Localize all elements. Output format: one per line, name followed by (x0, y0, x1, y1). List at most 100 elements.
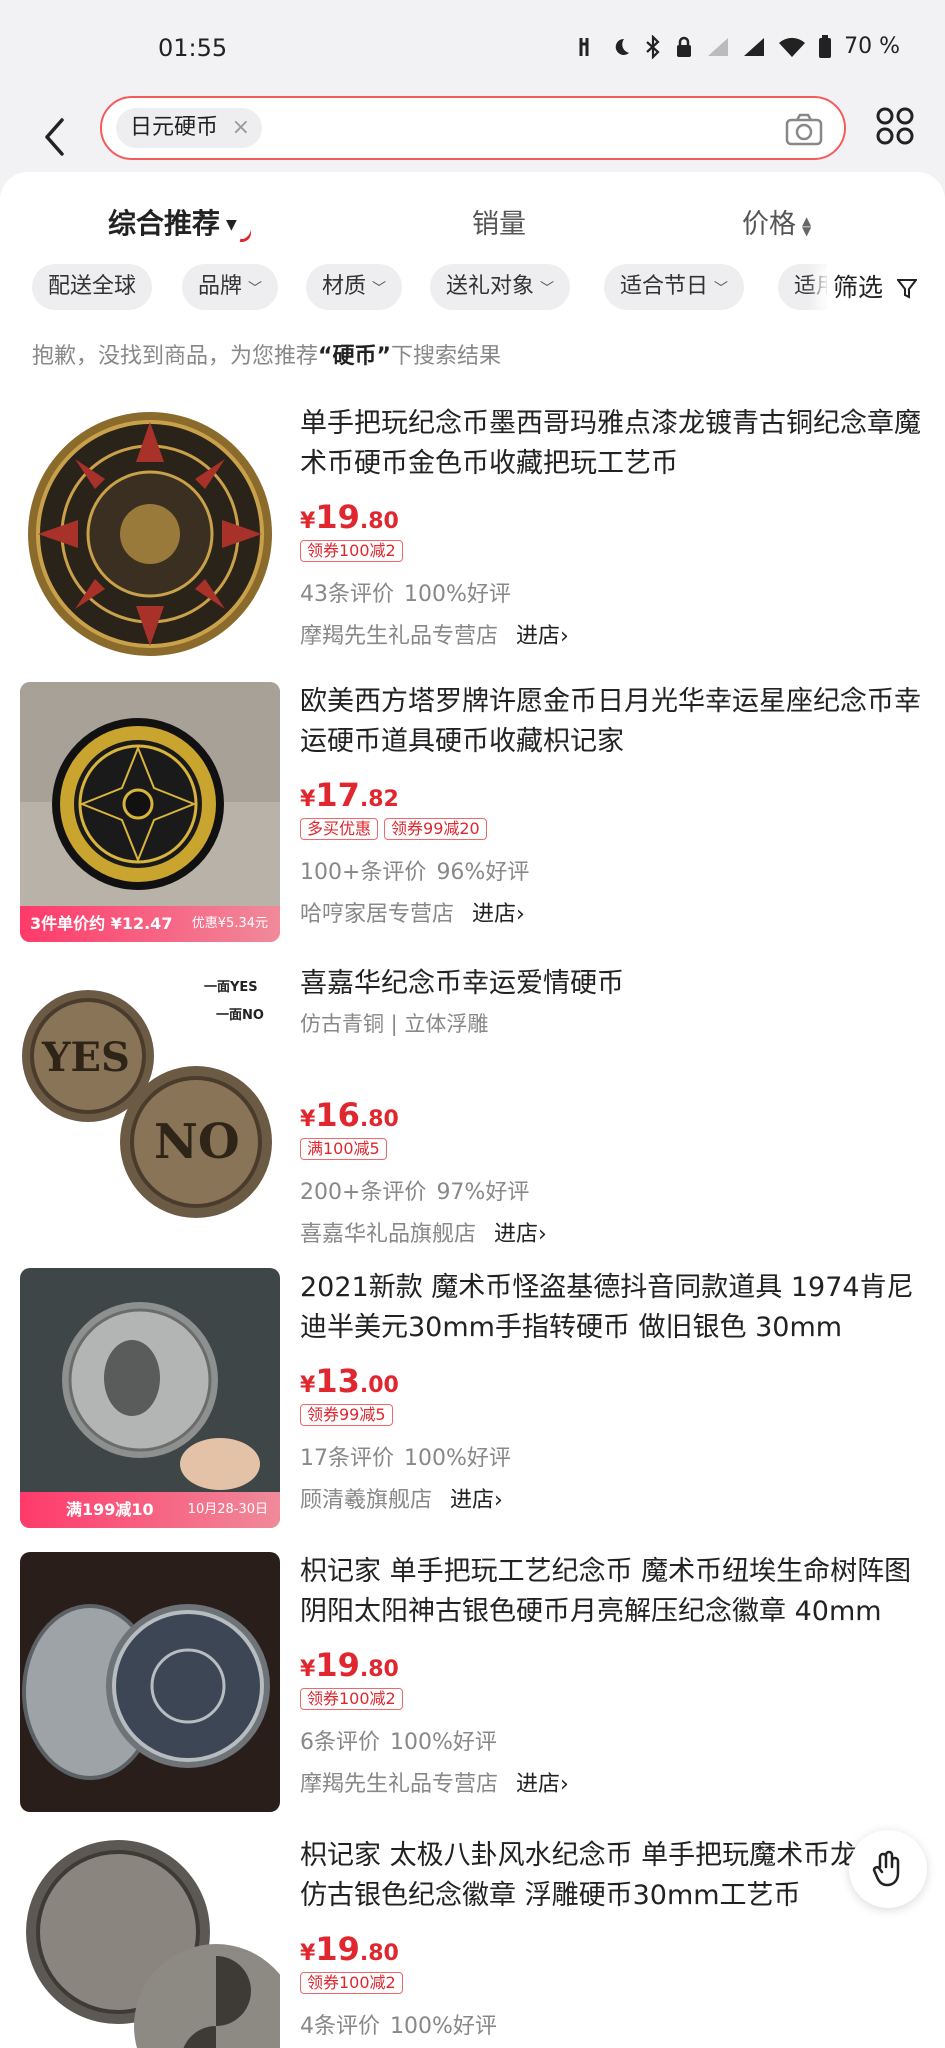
product-subtitle: 仿古青铜 | 立体浮雕 (300, 1012, 489, 1036)
status-time: 01:55 (158, 34, 228, 62)
review-count: 17条评价 (300, 1446, 394, 1471)
search-box[interactable]: 日元硬币 × (100, 96, 846, 160)
price-decimal: .82 (359, 787, 399, 812)
clear-query-icon[interactable]: × (232, 108, 250, 148)
sort-price-label: 价格 (742, 209, 796, 240)
product-card[interactable]: 满199减10 10月28-30日 2021新款 魔术币怪盗基德抖音同款道具 1… (0, 1268, 945, 1538)
product-card[interactable]: 枳记家 单手把玩工艺纪念币 魔术币纽埃生命树阵图阴阳太阳神古银色硬币月亮解压纪念… (0, 1552, 945, 1822)
sort-comprehensive[interactable]: 综合推荐 ▼ (108, 202, 255, 246)
price-symbol: ¥ (300, 509, 316, 534)
price-decimal: .80 (359, 1107, 399, 1132)
review-count: 43条评价 (300, 582, 394, 607)
product-title[interactable]: 喜嘉华纪念币幸运爱情硬币 (300, 964, 930, 1004)
enter-shop-link[interactable]: 进店› (472, 902, 525, 927)
price-decimal: .80 (359, 1941, 399, 1966)
product-title[interactable]: 单手把玩纪念币墨西哥玛雅点漆龙镀青古铜纪念章魔术币硬币金色币收藏把玩工艺币 (300, 404, 930, 484)
price-integer: 19 (315, 1930, 360, 1968)
filter-chip-label: 品牌 (198, 274, 243, 299)
funnel-icon (896, 279, 917, 299)
filter-chip-shipping[interactable]: 配送全球 (32, 264, 153, 310)
promo-tags: 领券100减2 (300, 1972, 930, 1998)
chevron-down-icon: ﹀ (248, 281, 263, 297)
chevron-down-icon: ﹀ (540, 281, 555, 297)
enter-shop-link[interactable]: 进店› (516, 624, 569, 649)
positive-rate: 100%好评 (404, 582, 511, 607)
promo-tags: 领券99减5 (300, 1404, 930, 1430)
review-count: 100+条评价 (300, 860, 427, 885)
shop-row: 哈哼家居专营店 进店› (300, 896, 930, 928)
product-card[interactable]: 枳记家 太极八卦风水纪念币 单手把玩魔术币龙凤舞仿古银色纪念徽章 浮雕硬币30m… (0, 1836, 945, 2048)
product-image[interactable]: 一面YES 一面NO YES NO (20, 964, 280, 1224)
positive-rate: 100%好评 (390, 2014, 497, 2039)
filter-row: 配送全球 品牌 ﹀ 材质 ﹀ 送礼对象 ﹀ 适合节日 ﹀ 适用 筛选 (0, 260, 945, 316)
filter-chip-label: 配送全球 (48, 274, 137, 299)
product-card[interactable]: 3件单价约 ¥12.47 优惠¥5.34元 欧美西方塔罗牌许愿金币日月光华幸运星… (0, 682, 945, 952)
product-image[interactable] (20, 404, 280, 664)
price-decimal: .80 (359, 1657, 399, 1682)
product-title[interactable]: 枳记家 太极八卦风水纪念币 单手把玩魔术币龙凤舞仿古银色纪念徽章 浮雕硬币30m… (300, 1836, 930, 1916)
review-summary: 6条评价 100%好评 (300, 1724, 930, 1756)
search-query-chip[interactable]: 日元硬币 × (116, 108, 263, 148)
promo-tag: 领券99减5 (300, 1404, 393, 1426)
filter-chip-recipient[interactable]: 送礼对象 ﹀ (430, 264, 571, 310)
product-info: 枳记家 太极八卦风水纪念币 单手把玩魔术币龙凤舞仿古银色纪念徽章 浮雕硬币30m… (300, 1836, 930, 2040)
review-summary: 43条评价 100%好评 (300, 576, 930, 608)
promo-tag: 领券100减2 (300, 1688, 403, 1710)
back-button[interactable] (36, 110, 72, 164)
sort-comprehensive-label: 综合推荐 (108, 207, 221, 240)
no-results-notice: 抱歉，没找到商品，为您推荐“硬币”下搜索结果 (32, 338, 501, 370)
price-integer: 16 (315, 1096, 360, 1134)
search-query-text: 日元硬币 (130, 115, 219, 140)
status-icons: 70 % (576, 34, 900, 59)
product-image[interactable] (20, 1836, 280, 2048)
product-card[interactable]: 单手把玩纪念币墨西哥玛雅点漆龙镀青古铜纪念章魔术币硬币金色币收藏把玩工艺币 ¥1… (0, 404, 945, 674)
enter-shop-link[interactable]: 进店› (450, 1488, 503, 1513)
filter-chip-label: 适合节日 (620, 274, 709, 299)
shop-name[interactable]: 摩羯先生礼品专营店 (300, 1772, 498, 1797)
product-info: 2021新款 魔术币怪盗基德抖音同款道具 1974肯尼迪半美元30mm手指转硬币… (300, 1268, 930, 1514)
enter-shop-link[interactable]: 进店› (516, 1772, 569, 1797)
promo-tag: 领券99减20 (384, 818, 487, 840)
shop-name[interactable]: 摩羯先生礼品专营店 (300, 624, 498, 649)
filter-chip-label: 送礼对象 (446, 274, 535, 299)
banner-right-text: 优惠¥5.34元 (191, 916, 268, 931)
filter-chip-brand[interactable]: 品牌 ﹀ (182, 264, 279, 310)
product-title[interactable]: 2021新款 魔术币怪盗基德抖音同款道具 1974肯尼迪半美元30mm手指转硬币… (300, 1268, 930, 1348)
promo-tags: 多买优惠 领券99减20 (300, 818, 930, 844)
promo-tag: 领券100减2 (300, 1972, 403, 1994)
filter-chip-material[interactable]: 材质 ﹀ (306, 264, 403, 310)
sort-price[interactable]: 价格 ▲ ▼ (742, 202, 811, 241)
product-image[interactable]: 满199减10 10月28-30日 (20, 1268, 280, 1528)
bluetooth-icon (646, 34, 660, 59)
floating-feedback-button[interactable] (849, 1830, 927, 1908)
review-count: 4条评价 (300, 2014, 380, 2039)
banner-left-text: 3件单价约 ¥12.47 (30, 914, 173, 933)
grid-view-icon[interactable] (875, 106, 915, 146)
camera-icon[interactable] (784, 110, 824, 150)
results-panel: 综合推荐 ▼ 销量 价格 ▲ ▼ 配送全球 品牌 ﹀ 材质 ﹀ 送礼对象 ﹀ 适合节日 ﹀ 适… (0, 172, 945, 2048)
shop-name[interactable]: 顾清羲旗舰店 (300, 1488, 432, 1513)
filter-screen-button[interactable]: 筛选 (827, 260, 945, 316)
product-card[interactable]: 一面YES 一面NO YES NO 喜嘉华纪念币幸运爱情硬币 仿古青铜 | 立体… (0, 964, 945, 1247)
enter-shop-link[interactable]: 进店› (494, 1222, 547, 1247)
product-image[interactable] (20, 1552, 280, 1812)
product-info: 枳记家 单手把玩工艺纪念币 魔术币纽埃生命树阵图阴阳太阳神古银色硬币月亮解压纪念… (300, 1552, 930, 1798)
moon-icon (615, 38, 630, 55)
promo-tags: 满100减5 (300, 1138, 930, 1164)
review-count: 6条评价 (300, 1730, 380, 1755)
shop-row: 喜嘉华礼品旗舰店 进店› (300, 1216, 930, 1248)
sort-sales[interactable]: 销量 (472, 202, 526, 241)
filter-chip-holiday[interactable]: 适合节日 ﹀ (604, 264, 745, 310)
chevron-down-icon: ﹀ (372, 281, 387, 297)
product-title[interactable]: 欧美西方塔罗牌许愿金币日月光华幸运星座纪念币幸运硬币道具硬币收藏枳记家 (300, 682, 930, 762)
shop-row: 摩羯先生礼品专营店 进店› (300, 1766, 930, 1798)
price-integer: 17 (315, 776, 360, 814)
chevron-down-icon: ﹀ (714, 281, 729, 297)
shop-name[interactable]: 哈哼家居专营店 (300, 902, 454, 927)
promo-tags: 领券100减2 (300, 540, 930, 566)
shop-name[interactable]: 喜嘉华礼品旗舰店 (300, 1222, 476, 1247)
product-title[interactable]: 枳记家 单手把玩工艺纪念币 魔术币纽埃生命树阵图阴阳太阳神古银色硬币月亮解压纪念… (300, 1552, 930, 1632)
product-image[interactable]: 3件单价约 ¥12.47 优惠¥5.34元 (20, 682, 280, 942)
promo-tag: 领券100减2 (300, 540, 403, 562)
notice-prefix: 抱歉，没找到商品，为您推荐 (32, 344, 319, 369)
